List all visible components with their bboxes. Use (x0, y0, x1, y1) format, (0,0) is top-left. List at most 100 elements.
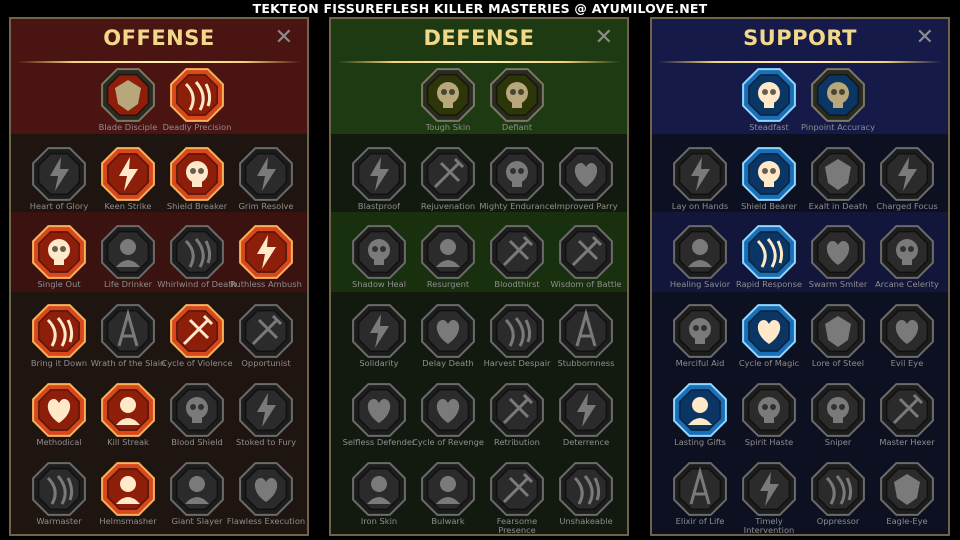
mastery-tile[interactable]: Fearsome Presence (483, 460, 551, 534)
mastery-tile[interactable]: Resurgent (414, 223, 482, 299)
mastery-label: Methodical (36, 437, 82, 447)
mastery-tile[interactable]: Kill Streak (94, 381, 162, 457)
mastery-tile[interactable]: Lay on Hands (666, 145, 734, 221)
mastery-tile[interactable]: Lore of Steel (804, 302, 872, 378)
mastery-label: Cycle of Magic (738, 358, 800, 368)
mastery-tile[interactable]: Pinpoint Accuracy (801, 66, 875, 142)
mastery-tile[interactable]: Life Drinker (94, 223, 162, 299)
mastery-tile[interactable]: Blood Shield (163, 381, 231, 457)
mastery-label: Evil Eye (890, 358, 924, 368)
mastery-tile[interactable]: Cycle of Magic (735, 302, 803, 378)
mastery-label: Lay on Hands (671, 201, 729, 211)
heart-plus-icon (742, 68, 796, 122)
mastery-tile[interactable]: Healing Savior (666, 223, 734, 299)
mastery-label: Keen Strike (104, 201, 152, 211)
mastery-tile[interactable]: Arcane Celerity (873, 223, 941, 299)
charged-arm-icon (880, 147, 934, 201)
mastery-label: Cycle of Violence (161, 358, 233, 368)
mastery-tile[interactable]: Grim Resolve (232, 145, 300, 221)
sword-shield-icon (170, 383, 224, 437)
mastery-tile[interactable]: Bring it Down (25, 302, 93, 378)
spiked-skull-icon (490, 383, 544, 437)
mastery-tile[interactable]: Cycle of Revenge (412, 381, 484, 457)
mastery-tile[interactable]: Selfless Defender (343, 381, 415, 457)
mastery-tile[interactable]: Single Out (25, 223, 93, 299)
mastery-label: Rapid Response (736, 279, 802, 289)
mastery-tile[interactable]: Harvest Despair (483, 302, 551, 378)
mastery-tile[interactable]: Bloodthirst (483, 223, 551, 299)
iron-warrior-icon (352, 462, 406, 516)
mastery-tile[interactable]: Heart of Glory (25, 145, 93, 221)
mastery-label: Fearsome Presence (496, 516, 538, 535)
mastery-tile[interactable]: Warmaster (25, 460, 93, 534)
flames-icon (421, 383, 475, 437)
mastery-tile[interactable]: Merciful Aid (666, 302, 734, 378)
close-icon[interactable]: ✕ (275, 27, 293, 49)
mastery-label: Shadow Heal (351, 279, 407, 289)
mastery-tile[interactable]: Stoked to Fury (232, 381, 300, 457)
mastery-tile[interactable]: Master Hexer (873, 381, 941, 457)
mastery-label: Bulwark (431, 516, 465, 526)
mastery-tile[interactable]: Shadow Heal (345, 223, 413, 299)
close-icon[interactable]: ✕ (595, 27, 613, 49)
mastery-tile[interactable]: Defiant (483, 66, 551, 142)
mastery-tile[interactable]: Giant Slayer (163, 460, 231, 534)
mastery-tile[interactable]: Wisdom of Battle (550, 223, 622, 299)
mastery-label: Iron Skin (360, 516, 398, 526)
mastery-tile[interactable]: Improved Parry (552, 145, 620, 221)
hooded-sage-icon (559, 225, 613, 279)
mastery-tile[interactable]: Methodical (25, 381, 93, 457)
bull-icon (559, 304, 613, 358)
mastery-label: Swarm Smiter (808, 279, 868, 289)
compass-star-icon (673, 383, 727, 437)
mastery-tile[interactable]: Iron Skin (345, 460, 413, 534)
mastery-tile[interactable]: Opportunist (232, 302, 300, 378)
savior-figure-icon (673, 225, 727, 279)
mastery-tile[interactable]: Bulwark (414, 460, 482, 534)
mastery-label: Warmaster (36, 516, 82, 526)
mastery-tile[interactable]: Deadly Precision (163, 66, 231, 142)
mastery-tile[interactable]: Timely Intervention (735, 460, 803, 534)
praying-hands-icon (673, 147, 727, 201)
mastery-tile[interactable]: Shield Breaker (163, 145, 231, 221)
mastery-tile[interactable]: Evil Eye (873, 302, 941, 378)
mastery-tile[interactable]: Deterrence (552, 381, 620, 457)
mastery-tile[interactable]: Ruthless Ambush (230, 223, 302, 299)
mastery-tile[interactable]: Unshakeable (552, 460, 620, 534)
mastery-tile[interactable]: Retribution (483, 381, 551, 457)
mastery-tile[interactable]: Swarm Smiter (804, 223, 872, 299)
mastery-tile[interactable]: Solidarity (345, 302, 413, 378)
mastery-tile[interactable]: Rapid Response (735, 223, 803, 299)
mastery-tile[interactable]: Tough Skin (414, 66, 482, 142)
mastery-tile[interactable]: Stubbornness (552, 302, 620, 378)
mastery-tile[interactable]: Helmsmasher (94, 460, 162, 534)
eagle-icon (880, 462, 934, 516)
mastery-tile[interactable]: Eagle-Eye (873, 460, 941, 534)
mastery-tile[interactable]: Blade Disciple (94, 66, 162, 142)
mastery-tile[interactable]: Keen Strike (94, 145, 162, 221)
mastery-tile[interactable]: Mighty Endurance (479, 145, 555, 221)
mastery-tile[interactable]: Sniper (804, 381, 872, 457)
mastery-tile[interactable]: Flawless Execution (227, 460, 305, 534)
close-icon[interactable]: ✕ (916, 27, 934, 49)
mastery-tile[interactable]: Blastproof (345, 145, 413, 221)
mastery-tile[interactable]: Rejuvenation (414, 145, 482, 221)
smoking-skull-icon (811, 147, 865, 201)
mastery-label: Solidarity (359, 358, 399, 368)
mastery-tile[interactable]: Whirlwind of Death (157, 223, 237, 299)
mastery-label: Harvest Despair (483, 358, 551, 368)
pointing-hands-icon (32, 225, 86, 279)
mastery-label: Pinpoint Accuracy (800, 122, 876, 132)
mastery-tile[interactable]: Exalt in Death (804, 145, 872, 221)
mastery-tile[interactable]: Steadfast (735, 66, 803, 142)
mastery-tile[interactable]: Spirit Haste (735, 381, 803, 457)
mastery-tile[interactable]: Delay Death (414, 302, 482, 378)
mastery-tile[interactable]: Cycle of Violence (161, 302, 233, 378)
mastery-tile[interactable]: Elixir of Life (666, 460, 734, 534)
mastery-tile[interactable]: Charged Focus (873, 145, 941, 221)
mastery-tile[interactable]: Oppressor (804, 460, 872, 534)
mastery-tile[interactable]: Shield Bearer (735, 145, 803, 221)
mastery-tile[interactable]: Wrath of the Slain (91, 302, 165, 378)
mastery-tile[interactable]: Lasting Gifts (666, 381, 734, 457)
header-divider (658, 61, 942, 63)
